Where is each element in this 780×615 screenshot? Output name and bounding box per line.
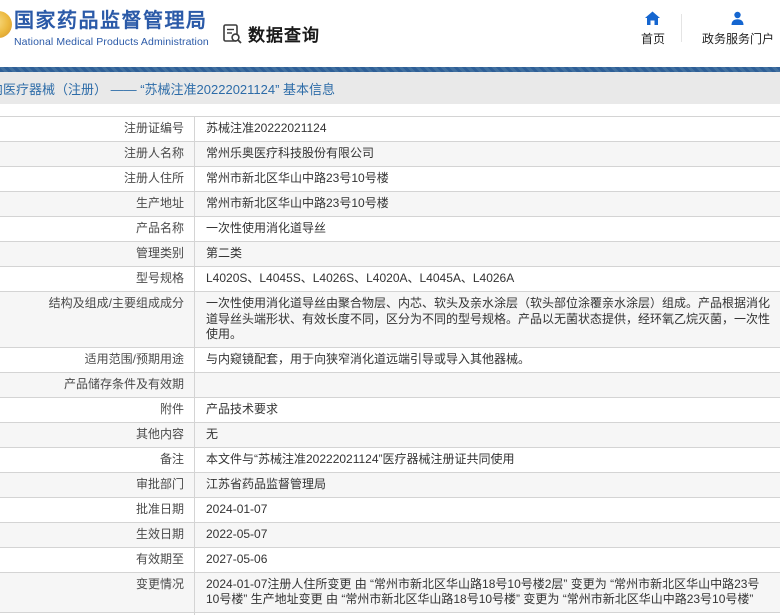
table-row: 注册人名称 常州乐奥医疗科技股份有限公司 (0, 142, 780, 167)
table-row: 批准日期 2024-01-07 (0, 497, 780, 523)
row-value: 2022-05-07 (194, 522, 780, 547)
row-label: 生产地址 (135, 196, 184, 210)
logo: 国家药品监督管理局 National Medical Products Admi… (14, 9, 209, 49)
home-icon (644, 11, 661, 26)
row-label: 结构及组成/主要组成成分 (48, 296, 184, 310)
row-value: 一次性使用消化道导丝 (194, 217, 780, 241)
row-label: 附件 (159, 401, 184, 416)
row-value: 本文件与“苏械注准20222021124”医疗器械注册证共同使用 (194, 447, 780, 472)
row-value: 第二类 (194, 242, 780, 266)
page-title: 境内医疗器械（注册） —— “苏械注准20222021124” 基本信息 (0, 81, 336, 97)
nav-portal[interactable]: 政务服务门户 (702, 11, 774, 47)
row-label: 产品名称 (135, 221, 184, 235)
row-label: 其他内容 (135, 426, 184, 441)
top-nav: 首页 政务服务门户 (641, 11, 774, 47)
table-row: 其他内容无 (0, 422, 780, 448)
breadcrumb-bar: 境内医疗器械（注册） —— “苏械注准20222021124” 基本信息 (0, 72, 780, 104)
table-row: 备注 本文件与“苏械注准20222021124”医疗器械注册证共同使用 (0, 447, 780, 473)
page: 国家药品监督管理局 National Medical Products Admi… (0, 0, 780, 615)
row-value: 产品技术要求 (194, 397, 780, 422)
table-row: 注册人住所 常州市新北区华山中路23号10号楼 (0, 167, 780, 192)
row-label: 备注 (159, 451, 184, 466)
doc-search-icon (222, 23, 243, 44)
row-label: 管理类别 (135, 246, 184, 260)
row-value: L4020S、L4045S、L4026S、L4020A、L4045A、L4026… (194, 267, 780, 291)
table-row: 产品名称 一次性使用消化道导丝 (0, 217, 780, 242)
row-label: 变更情况 (135, 576, 184, 591)
table-row: 生效日期 2022-05-07 (0, 522, 780, 548)
row-value: 2024-01-07注册人住所变更 由 “常州市新北区华山路18号10号楼2层”… (194, 572, 780, 612)
table-row: 附件 产品技术要求 (0, 397, 780, 423)
row-value: 常州市新北区华山中路23号10号楼 (194, 192, 780, 216)
row-value: 无 (194, 422, 780, 447)
data-query-heading: 数据查询 (222, 21, 320, 46)
table-row: 管理类别 第二类 (0, 242, 780, 267)
row-label: 注册人住所 (123, 171, 184, 185)
nav-home[interactable]: 首页 (641, 11, 665, 47)
row-value: 与内窥镜配套，用于向狭窄消化道远端引导或导入其他器械。 (194, 347, 780, 372)
table-row: 变更情况 2024-01-07注册人住所变更 由 “常州市新北区华山路18号10号… (0, 572, 780, 613)
table-row: 产品储存条件及有效期 (0, 372, 780, 398)
row-label: 型号规格 (135, 271, 184, 285)
row-value: 常州市新北区华山中路23号10号楼 (194, 167, 780, 191)
table-row: 注册证编号 苏械注准20222021124 (0, 117, 780, 142)
nav-home-label: 首页 (640, 32, 665, 46)
row-value: 江苏省药品监督管理局 (194, 472, 780, 497)
table-row: 结构及组成/主要组成成分 一次性使用消化道导丝由聚合物层、内芯、软头及亲水涂层（软… (0, 292, 780, 348)
table-row: 型号规格 L4020S、L4045S、L4026S、L4020A、L4045A、L… (0, 267, 780, 292)
nav-divider (680, 14, 682, 42)
row-value: 苏械注准20222021124 (194, 117, 780, 141)
table-row: 适用范围/预期用途 与内窥镜配套，用于向狭窄消化道远端引导或导入其他器械。 (0, 347, 780, 373)
table-row: 审批部门 江苏省药品监督管理局 (0, 472, 780, 498)
info-table: 注册证编号 苏械注准20222021124 注册人名称 常州乐奥医疗科技股份有限公司注… (0, 116, 780, 615)
data-query-title: 数据查询 (248, 26, 320, 45)
row-value: 2024-01-07 (194, 497, 780, 522)
nav-portal-label: 政务服务门户 (701, 32, 774, 46)
row-label: 批准日期 (135, 501, 184, 516)
row-label: 产品储存条件及有效期 (63, 376, 184, 391)
nmpa-emblem-icon (0, 11, 12, 38)
spacer (0, 104, 780, 116)
logo-subtitle: National Medical Products Administration (14, 36, 209, 48)
row-label: 审批部门 (135, 476, 184, 491)
row-label: 有效期至 (135, 551, 184, 566)
row-value: 常州乐奥医疗科技股份有限公司 (194, 142, 780, 166)
logo-title: 国家药品监督管理局 (14, 10, 208, 32)
header: 国家药品监督管理局 National Medical Products Admi… (0, 0, 780, 67)
table-row: 生产地址 常州市新北区华山中路23号10号楼 (0, 192, 780, 217)
row-value: 2027-05-06 (194, 547, 780, 572)
row-label: 适用范围/预期用途 (84, 351, 184, 366)
row-label: 注册人名称 (123, 146, 184, 160)
person-icon (729, 11, 746, 26)
table-row: 有效期至 2027-05-06 (0, 547, 780, 573)
row-label: 注册证编号 (123, 121, 184, 135)
row-label: 生效日期 (135, 526, 184, 541)
row-value: 一次性使用消化道导丝由聚合物层、内芯、软头及亲水涂层（软头部位涂覆亲水涂层）组成… (194, 292, 780, 347)
row-value (194, 372, 780, 397)
